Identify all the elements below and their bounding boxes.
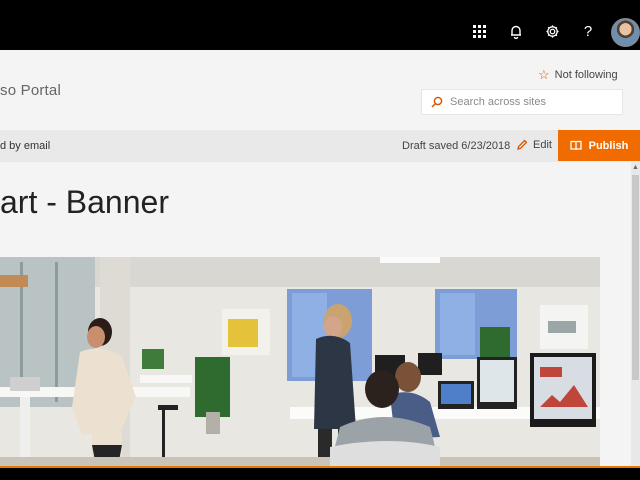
command-bar: d by email Draft saved 6/23/2018 Edit: [0, 130, 640, 162]
help-glyph: ?: [583, 23, 593, 40]
share-by-email-button[interactable]: d by email: [0, 140, 50, 152]
pencil-icon: [517, 139, 528, 150]
help-icon[interactable]: ?: [570, 13, 606, 50]
page-title[interactable]: art - Banner: [0, 184, 169, 221]
settings-gear-icon[interactable]: [534, 13, 570, 50]
avatar[interactable]: [611, 18, 640, 47]
search-placeholder: Search across sites: [450, 96, 546, 108]
follow-button[interactable]: ☆ Not following: [538, 67, 618, 83]
follow-label: Not following: [554, 69, 618, 81]
app-launcher-icon[interactable]: [462, 13, 498, 50]
scrollbar-thumb[interactable]: [632, 175, 639, 380]
publish-button[interactable]: Publish: [558, 130, 640, 161]
draft-status: Draft saved 6/23/2018: [402, 140, 511, 152]
scroll-up-arrow-icon[interactable]: ▲: [631, 164, 640, 172]
site-title[interactable]: so Portal: [0, 82, 61, 99]
search-box[interactable]: Search across sites: [421, 89, 623, 115]
publish-book-icon: [569, 140, 582, 151]
publish-label: Publish: [588, 139, 629, 152]
edit-label: Edit: [533, 139, 552, 151]
bottom-taskbar: [0, 466, 640, 480]
search-icon: [431, 96, 443, 108]
suite-bar: ?: [0, 0, 640, 50]
notification-bell-icon[interactable]: [498, 13, 534, 50]
star-icon: ☆: [538, 67, 550, 82]
banner-image: [0, 257, 600, 466]
edit-button[interactable]: Edit: [516, 139, 552, 151]
